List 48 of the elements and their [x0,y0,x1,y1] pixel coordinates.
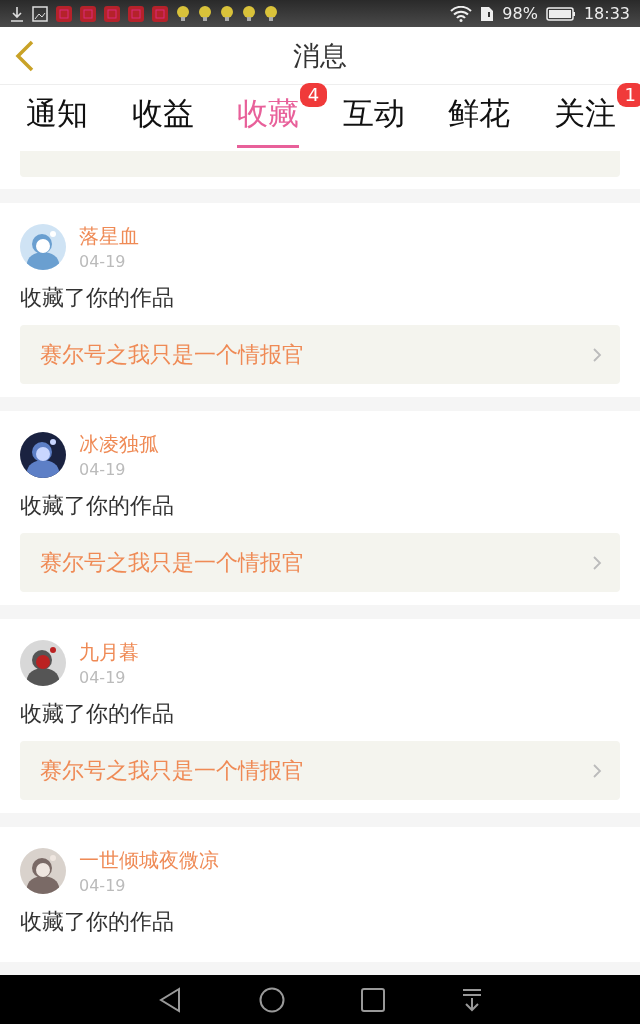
wifi-icon [450,5,473,22]
work-link[interactable]: 赛尔号之我只是一个情报官 [20,325,620,384]
date: 04-19 [79,876,127,895]
bulb-icon [220,5,234,22]
message-text: 收藏了你的作品 [20,908,175,936]
message-text: 收藏了你的作品 [20,284,175,312]
user-name[interactable]: 一世倾城夜微凉 [79,847,219,874]
unread-badge: 4 [299,82,328,107]
message-text: 收藏了你的作品 [20,492,175,520]
date: 04-19 [79,460,127,479]
user-name[interactable]: 落星血 [79,223,139,250]
bulb-icon [176,5,190,22]
message-text: 收藏了你的作品 [20,700,175,728]
tab[interactable]: 鲜花 [448,88,511,148]
app-notification-icon [104,5,120,22]
user-name[interactable]: 冰凌独孤 [79,431,159,458]
app-notification-icon [80,5,96,22]
date: 04-19 [79,252,127,271]
app-notification-icon [152,5,168,22]
bulb-icon [242,5,256,22]
tab[interactable]: 互动 [342,88,405,148]
page-title: 消息 [293,38,347,73]
bulb-icon [264,5,278,22]
home-nav-icon[interactable] [258,986,285,1013]
download-icon [10,5,24,22]
sim-card-icon [480,5,495,22]
work-link[interactable]: 赛尔号之我只是一个情报官 [20,533,620,592]
work-link[interactable]: 赛尔号之我只是一个情报官 [20,741,620,800]
date: 04-19 [79,668,127,687]
chevron-right-icon [592,346,602,363]
tab[interactable]: 收益 [131,88,194,148]
chevron-right-icon [592,762,602,779]
recents-nav-icon[interactable] [361,987,386,1012]
tab[interactable]: 关注 [553,88,616,148]
app-notification-icon [128,5,144,22]
app-notification-icon [56,5,72,22]
chevron-right-icon [592,554,602,571]
tab[interactable]: 收藏 [237,88,300,148]
notification-pull-icon[interactable] [461,987,482,1012]
unread-badge: 1 [616,82,640,107]
battery-icon [545,5,576,22]
clock-time: 18:33 [583,4,630,23]
back-nav-icon[interactable] [158,986,183,1013]
image-icon [32,5,48,22]
tab[interactable]: 通知 [26,88,88,148]
battery-percentage: 98% [502,4,538,23]
bulb-icon [198,5,212,22]
user-name[interactable]: 九月暮 [79,639,139,666]
